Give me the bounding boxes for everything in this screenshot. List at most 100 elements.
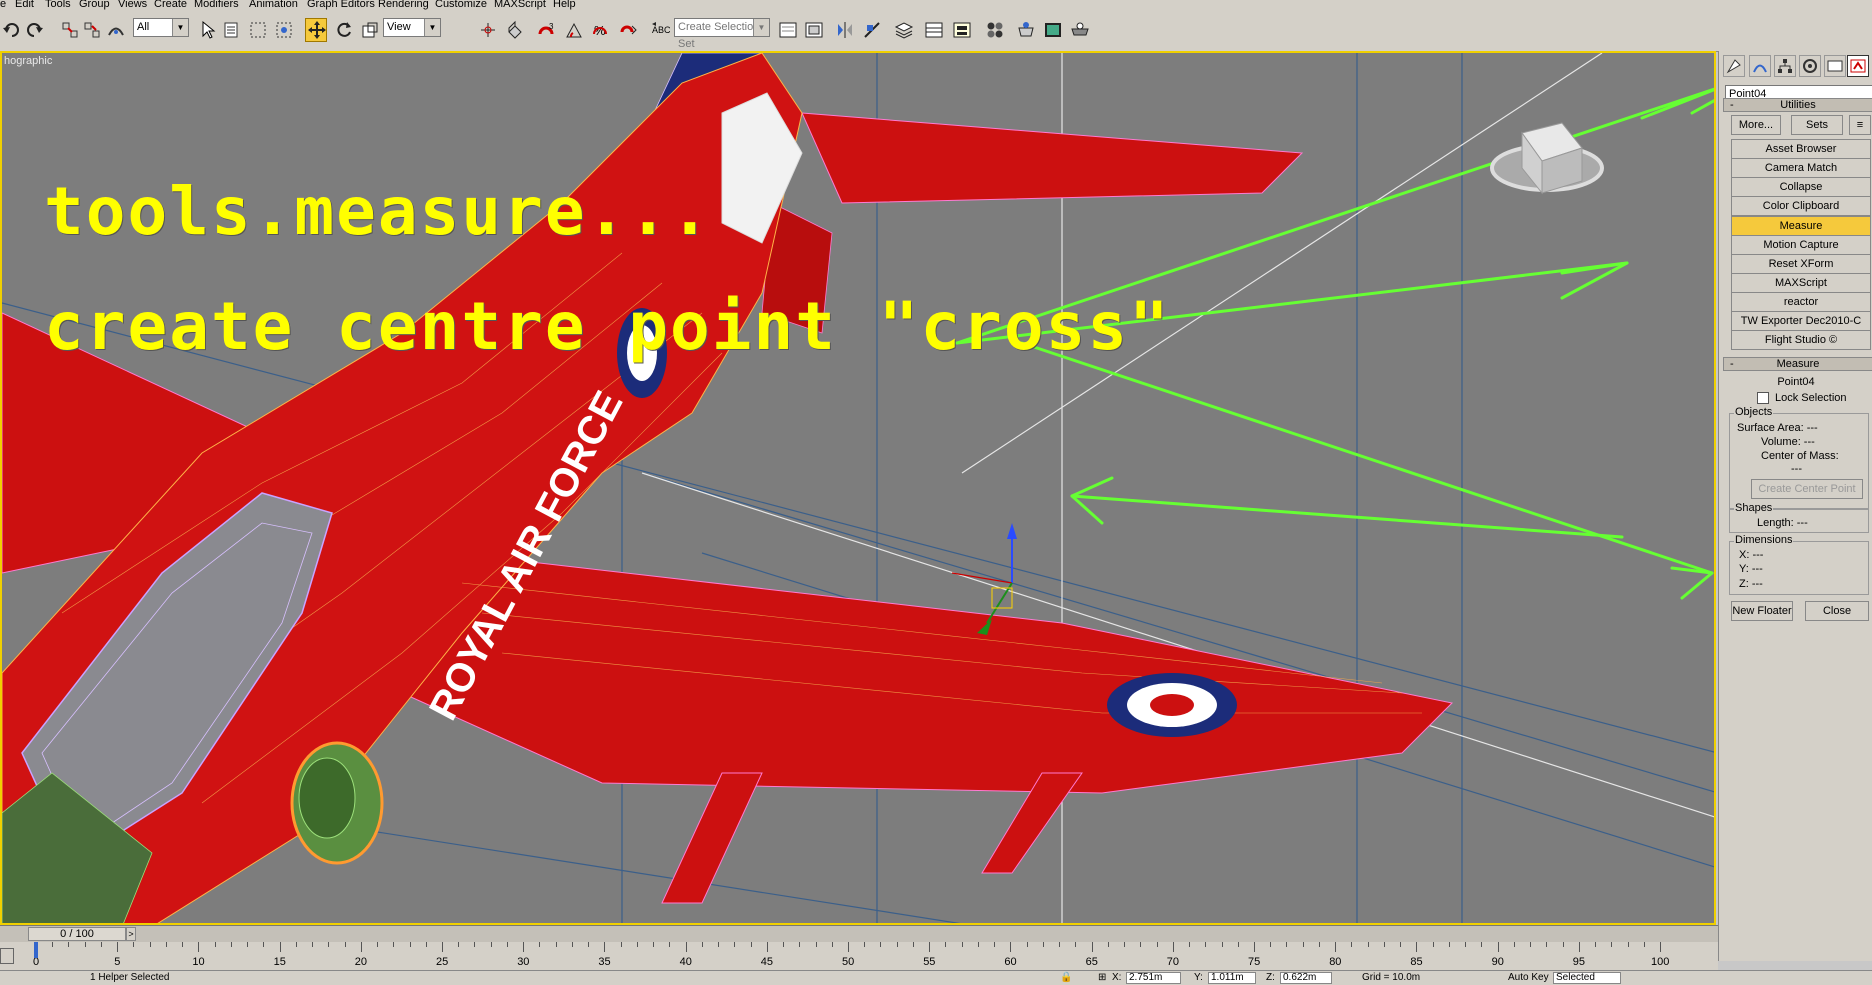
center-of-mass-label: Center of Mass: (1761, 450, 1839, 462)
z-coord-field[interactable]: 0.622m (1280, 972, 1332, 984)
mirror-axis-icon[interactable] (833, 18, 855, 42)
selection-filter-dropdown[interactable]: All ▼ (133, 18, 189, 37)
select-and-scale-icon[interactable] (358, 18, 380, 42)
close-button[interactable]: Close (1805, 601, 1869, 621)
graphite-modeling-tools-icon[interactable] (922, 18, 944, 42)
menu-item-modifiers[interactable]: Modifiers (194, 0, 239, 10)
perspective-viewport[interactable]: ROYAL AIR FORCE hographic tools.measure.… (0, 51, 1716, 925)
pivot-center-icon[interactable] (476, 18, 498, 42)
percent-snap-icon[interactable]: % (589, 18, 611, 42)
util-maxscript[interactable]: MAXScript (1731, 273, 1871, 293)
auto-key-button[interactable]: Auto Key (1508, 972, 1549, 984)
frame-tick (1156, 942, 1158, 947)
configure-sets-icon[interactable]: ≡ (1849, 115, 1871, 135)
modify-tab-icon[interactable] (1749, 55, 1771, 77)
menu-item-help[interactable]: Help (553, 0, 576, 10)
frame-tick (588, 942, 590, 947)
align-icon[interactable] (802, 18, 824, 42)
rectangular-selection-icon[interactable] (246, 18, 268, 42)
hierarchy-tab-icon[interactable] (1774, 55, 1796, 77)
util-reset-xform[interactable]: Reset XForm (1731, 254, 1871, 274)
render-production-icon[interactable] (1068, 18, 1090, 42)
mirror-icon[interactable] (776, 18, 798, 42)
unlink-selection-icon[interactable] (80, 18, 102, 42)
utilities-rollout-header[interactable]: - Utilities (1723, 98, 1872, 112)
align-object-icon[interactable] (860, 18, 882, 42)
menu-item-tools[interactable]: Tools (45, 0, 71, 10)
manipulate-icon[interactable] (503, 18, 525, 42)
menu-item-views[interactable]: Views (118, 0, 147, 10)
layer-manager-icon[interactable] (892, 18, 914, 42)
select-and-link-icon[interactable] (58, 18, 80, 42)
material-editor-icon[interactable] (983, 18, 1005, 42)
surface-area-label: Surface Area: --- (1737, 422, 1818, 434)
bind-to-space-warp-icon[interactable] (104, 18, 126, 42)
window-crossing-icon[interactable] (272, 18, 294, 42)
frame-tick (84, 942, 86, 947)
select-and-move-icon[interactable] (305, 18, 327, 42)
select-and-rotate-icon[interactable] (332, 18, 354, 42)
create-center-point-button[interactable]: Create Center Point (1751, 479, 1863, 499)
frame-tick (1042, 942, 1044, 947)
spinner-snap-icon[interactable] (616, 18, 638, 42)
more-button[interactable]: More... (1731, 115, 1781, 135)
frame-tick (490, 942, 492, 947)
absolute-mode-icon[interactable]: ⊞ (1098, 972, 1106, 984)
frame-tick (1286, 942, 1288, 947)
named-selection-set-dropdown[interactable]: Create Selection Set ▼ (674, 18, 770, 50)
menu-item-file[interactable]: e (0, 0, 6, 10)
frame-tick (1578, 942, 1580, 952)
sets-button[interactable]: Sets (1791, 115, 1843, 135)
menu-item-rendering[interactable]: Rendering (378, 0, 429, 10)
lock-icon[interactable]: 🔒 (1060, 972, 1072, 984)
util-motion-capture[interactable]: Motion Capture (1731, 235, 1871, 255)
create-tab-icon[interactable] (1723, 55, 1745, 77)
time-slider[interactable]: 0 / 100 (28, 927, 126, 941)
track-bar[interactable]: 0 5 10 15 20 25 30 35 40 45 50 55 60 65 70 75 80 85 90 95 10… (0, 942, 1718, 970)
edit-named-selection-icon[interactable]: ABC (648, 18, 671, 42)
next-frame-button[interactable]: > (126, 927, 136, 941)
utilities-tab-icon[interactable] (1847, 55, 1869, 77)
measure-rollout-header[interactable]: - Measure (1723, 357, 1872, 371)
angle-snap-icon[interactable] (562, 18, 584, 42)
menu-item-create[interactable]: Create (154, 0, 187, 10)
util-flight-studio[interactable]: Flight Studio © (1731, 330, 1871, 350)
util-camera-match[interactable]: Camera Match (1731, 158, 1871, 178)
viewport-label[interactable]: hographic (4, 55, 52, 67)
selection-status: 1 Helper Selected (90, 972, 170, 983)
new-floater-button[interactable]: New Floater (1731, 601, 1793, 621)
reference-coordinate-dropdown[interactable]: View ▼ (383, 18, 441, 37)
util-color-clipboard[interactable]: Color Clipboard (1731, 196, 1871, 216)
menu-item-edit[interactable]: Edit (15, 0, 34, 10)
frame-tick (328, 942, 330, 947)
util-measure[interactable]: Measure (1731, 216, 1871, 236)
motion-tab-icon[interactable] (1799, 55, 1821, 77)
y-coord-field[interactable]: 1.011m (1208, 972, 1256, 984)
select-by-name-icon[interactable] (220, 18, 242, 42)
snap-3d-icon[interactable]: 3 (535, 18, 557, 42)
rendered-frame-window-icon[interactable] (1041, 18, 1063, 42)
frame-tick (1432, 942, 1434, 947)
menu-item-customize[interactable]: Customize (435, 0, 487, 10)
checkbox-box[interactable] (1757, 392, 1769, 405)
menu-item-group[interactable]: Group (79, 0, 110, 10)
util-reactor[interactable]: reactor (1731, 292, 1871, 312)
track-bar-toggle-icon[interactable] (0, 948, 14, 964)
menu-item-graph-editors[interactable]: Graph Editors (307, 0, 375, 10)
curve-editor-icon[interactable] (950, 18, 972, 42)
menu-item-animation[interactable]: Animation (249, 0, 298, 10)
lock-selection-checkbox[interactable]: Lock Selection (1757, 392, 1847, 405)
redo-icon[interactable] (22, 18, 44, 42)
frame-tick (1611, 942, 1613, 947)
util-asset-browser[interactable]: Asset Browser (1731, 139, 1871, 159)
util-tw-exporter[interactable]: TW Exporter Dec2010-C (1731, 311, 1871, 331)
key-filter-dropdown[interactable]: Selected (1553, 972, 1621, 984)
select-object-icon[interactable] (196, 18, 218, 42)
display-tab-icon[interactable] (1824, 55, 1846, 77)
util-collapse[interactable]: Collapse (1731, 177, 1871, 197)
x-coord-field[interactable]: 2.751m (1126, 972, 1181, 984)
menu-item-maxscript[interactable]: MAXScript (494, 0, 546, 10)
undo-icon[interactable] (0, 18, 22, 42)
render-setup-icon[interactable] (1014, 18, 1036, 42)
frame-tick-label: 25 (436, 956, 449, 968)
